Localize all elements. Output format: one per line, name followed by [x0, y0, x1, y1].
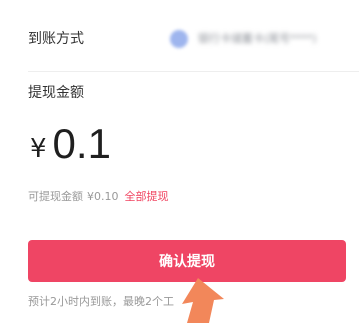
arrival-time-note: 预计2小时内到账，最晚2个工: [28, 295, 174, 308]
bank-account-name: 银行卡储蓄卡(尾号****): [198, 32, 317, 45]
available-balance-label: 可提现金额: [28, 190, 83, 203]
available-balance-row: 可提现金额 ¥0.10 全部提现: [28, 190, 169, 204]
payout-method-label: 到账方式: [28, 31, 84, 47]
payout-method-row[interactable]: 到账方式 银行卡储蓄卡(尾号****): [0, 0, 359, 78]
pointer-arrow-icon: [182, 278, 224, 323]
currency-symbol: ¥: [30, 134, 47, 164]
section-divider: [28, 71, 359, 72]
withdraw-amount-label: 提现金额: [28, 85, 84, 101]
payout-method-value[interactable]: 银行卡储蓄卡(尾号****): [170, 30, 317, 48]
bank-logo-icon: [170, 30, 188, 48]
withdraw-all-link[interactable]: 全部提现: [125, 190, 169, 203]
withdraw-amount-input[interactable]: ¥ 0.1: [30, 118, 111, 170]
available-balance-value: ¥0.10: [87, 190, 119, 203]
withdraw-amount-value[interactable]: 0.1: [53, 120, 111, 168]
